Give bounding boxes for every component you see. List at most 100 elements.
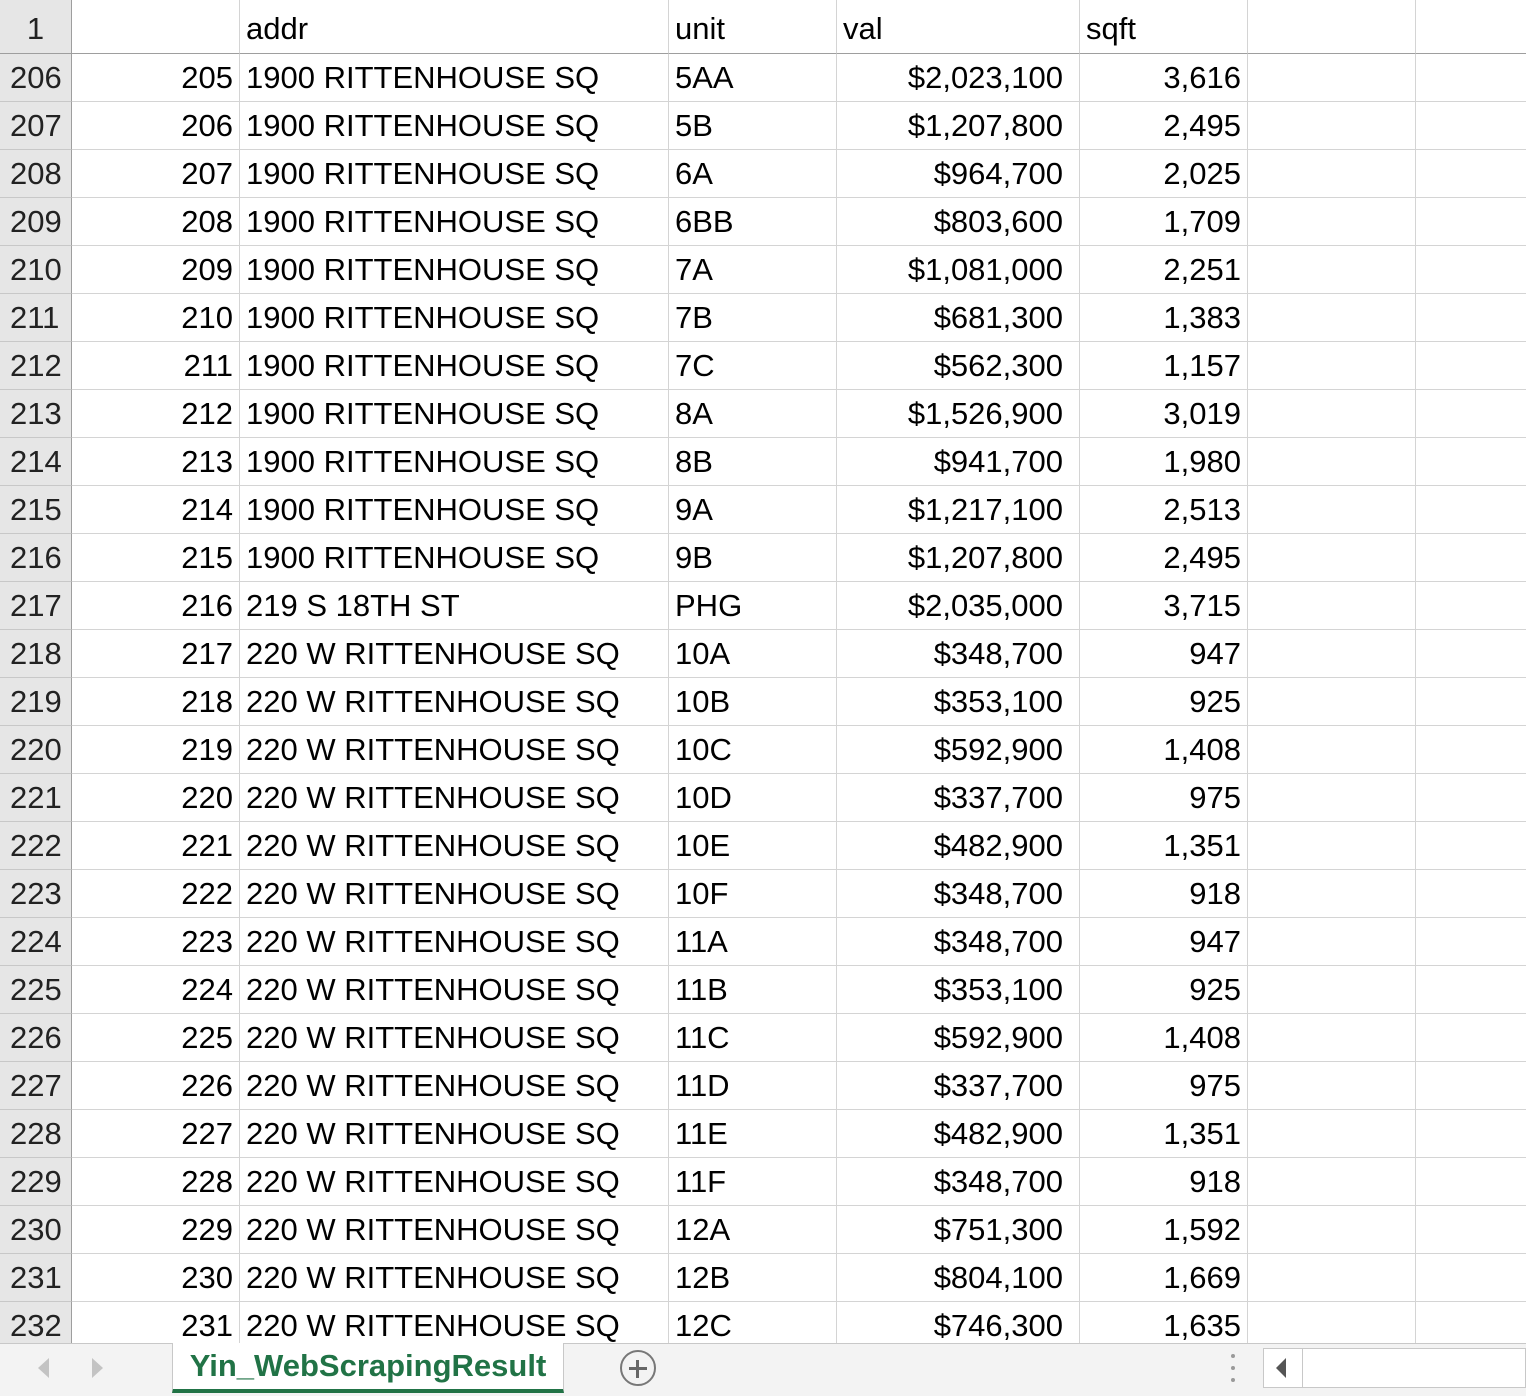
row-header[interactable]: 212	[0, 342, 72, 390]
cell-addr[interactable]: 1900 RITTENHOUSE SQ	[240, 198, 669, 246]
cell-addr[interactable]: 220 W RITTENHOUSE SQ	[240, 678, 669, 726]
cell-unit[interactable]: PHG	[669, 582, 837, 630]
row-header[interactable]: 224	[0, 918, 72, 966]
row-header[interactable]: 211	[0, 294, 72, 342]
header-cell-unit[interactable]: unit	[669, 0, 837, 54]
cell-val[interactable]: $482,900	[837, 1110, 1080, 1158]
cell-index[interactable]: 221	[72, 822, 240, 870]
cell-sqft[interactable]: 2,513	[1080, 486, 1248, 534]
cell-index[interactable]: 226	[72, 1062, 240, 1110]
cell-val[interactable]: $964,700	[837, 150, 1080, 198]
empty-cell[interactable]	[1416, 726, 1526, 774]
cell-addr[interactable]: 1900 RITTENHOUSE SQ	[240, 54, 669, 102]
empty-cell[interactable]	[1248, 150, 1416, 198]
empty-cell[interactable]	[1248, 1158, 1416, 1206]
empty-cell[interactable]	[1248, 0, 1416, 54]
cell-addr[interactable]: 1900 RITTENHOUSE SQ	[240, 246, 669, 294]
cell-index[interactable]: 223	[72, 918, 240, 966]
row-header[interactable]: 206	[0, 54, 72, 102]
cell-addr[interactable]: 220 W RITTENHOUSE SQ	[240, 726, 669, 774]
cell-addr[interactable]: 1900 RITTENHOUSE SQ	[240, 390, 669, 438]
cell-val[interactable]: $746,300	[837, 1302, 1080, 1343]
cell-index[interactable]: 206	[72, 102, 240, 150]
empty-cell[interactable]	[1248, 390, 1416, 438]
header-cell-val[interactable]: val	[837, 0, 1080, 54]
cell-val[interactable]: $353,100	[837, 678, 1080, 726]
empty-cell[interactable]	[1416, 870, 1526, 918]
cell-unit[interactable]: 9A	[669, 486, 837, 534]
cell-addr[interactable]: 220 W RITTENHOUSE SQ	[240, 1158, 669, 1206]
cell-sqft[interactable]: 1,635	[1080, 1302, 1248, 1343]
cell-val[interactable]: $1,207,800	[837, 534, 1080, 582]
empty-cell[interactable]	[1248, 726, 1416, 774]
empty-cell[interactable]	[1248, 870, 1416, 918]
empty-cell[interactable]	[1416, 1206, 1526, 1254]
row-header[interactable]: 225	[0, 966, 72, 1014]
cell-addr[interactable]: 1900 RITTENHOUSE SQ	[240, 342, 669, 390]
cell-val[interactable]: $2,023,100	[837, 54, 1080, 102]
cell-sqft[interactable]: 1,157	[1080, 342, 1248, 390]
cell-unit[interactable]: 8B	[669, 438, 837, 486]
empty-cell[interactable]	[1248, 918, 1416, 966]
row-header[interactable]: 209	[0, 198, 72, 246]
cell-sqft[interactable]: 3,616	[1080, 54, 1248, 102]
empty-cell[interactable]	[1416, 1062, 1526, 1110]
cell-unit[interactable]: 11A	[669, 918, 837, 966]
row-header[interactable]: 217	[0, 582, 72, 630]
cell-index[interactable]: 225	[72, 1014, 240, 1062]
cell-addr[interactable]: 220 W RITTENHOUSE SQ	[240, 918, 669, 966]
header-cell-sqft[interactable]: sqft	[1080, 0, 1248, 54]
empty-cell[interactable]	[1248, 102, 1416, 150]
cell-addr[interactable]: 220 W RITTENHOUSE SQ	[240, 822, 669, 870]
spreadsheet-grid[interactable]: 1 addr unit val sqft 206 205 1900 RITTENHO…	[0, 0, 1526, 1343]
empty-cell[interactable]	[1416, 822, 1526, 870]
cell-sqft[interactable]: 1,408	[1080, 726, 1248, 774]
row-header[interactable]: 228	[0, 1110, 72, 1158]
empty-cell[interactable]	[1248, 294, 1416, 342]
row-header[interactable]: 215	[0, 486, 72, 534]
cell-val[interactable]: $348,700	[837, 870, 1080, 918]
empty-cell[interactable]	[1248, 534, 1416, 582]
cell-addr[interactable]: 220 W RITTENHOUSE SQ	[240, 870, 669, 918]
empty-cell[interactable]	[1248, 198, 1416, 246]
cell-sqft[interactable]: 2,251	[1080, 246, 1248, 294]
cell-unit[interactable]: 12A	[669, 1206, 837, 1254]
row-header[interactable]: 231	[0, 1254, 72, 1302]
row-header[interactable]: 210	[0, 246, 72, 294]
empty-cell[interactable]	[1248, 774, 1416, 822]
empty-cell[interactable]	[1248, 486, 1416, 534]
cell-unit[interactable]: 12C	[669, 1302, 837, 1343]
cell-addr[interactable]: 220 W RITTENHOUSE SQ	[240, 1254, 669, 1302]
cell-unit[interactable]: 11F	[669, 1158, 837, 1206]
empty-cell[interactable]	[1416, 390, 1526, 438]
cell-index[interactable]: 214	[72, 486, 240, 534]
row-header[interactable]: 220	[0, 726, 72, 774]
cell-addr[interactable]: 220 W RITTENHOUSE SQ	[240, 1302, 669, 1343]
empty-cell[interactable]	[1416, 246, 1526, 294]
row-header[interactable]: 223	[0, 870, 72, 918]
cell-sqft[interactable]: 947	[1080, 630, 1248, 678]
empty-cell[interactable]	[1248, 822, 1416, 870]
cell-unit[interactable]: 12B	[669, 1254, 837, 1302]
cell-val[interactable]: $751,300	[837, 1206, 1080, 1254]
cell-val[interactable]: $348,700	[837, 630, 1080, 678]
cell-unit[interactable]: 7B	[669, 294, 837, 342]
empty-cell[interactable]	[1416, 102, 1526, 150]
cell-addr[interactable]: 1900 RITTENHOUSE SQ	[240, 534, 669, 582]
cell-unit[interactable]: 9B	[669, 534, 837, 582]
prev-sheet-icon[interactable]	[38, 1358, 49, 1378]
add-sheet-icon[interactable]	[620, 1350, 656, 1386]
cell-addr[interactable]: 1900 RITTENHOUSE SQ	[240, 438, 669, 486]
empty-cell[interactable]	[1248, 966, 1416, 1014]
cell-sqft[interactable]: 947	[1080, 918, 1248, 966]
empty-cell[interactable]	[1248, 1062, 1416, 1110]
empty-cell[interactable]	[1248, 246, 1416, 294]
cell-val[interactable]: $1,207,800	[837, 102, 1080, 150]
row-header[interactable]: 232	[0, 1302, 72, 1343]
cell-addr[interactable]: 1900 RITTENHOUSE SQ	[240, 294, 669, 342]
cell-unit[interactable]: 10C	[669, 726, 837, 774]
cell-index[interactable]: 211	[72, 342, 240, 390]
row-header[interactable]: 226	[0, 1014, 72, 1062]
cell-val[interactable]: $562,300	[837, 342, 1080, 390]
cell-val[interactable]: $337,700	[837, 774, 1080, 822]
